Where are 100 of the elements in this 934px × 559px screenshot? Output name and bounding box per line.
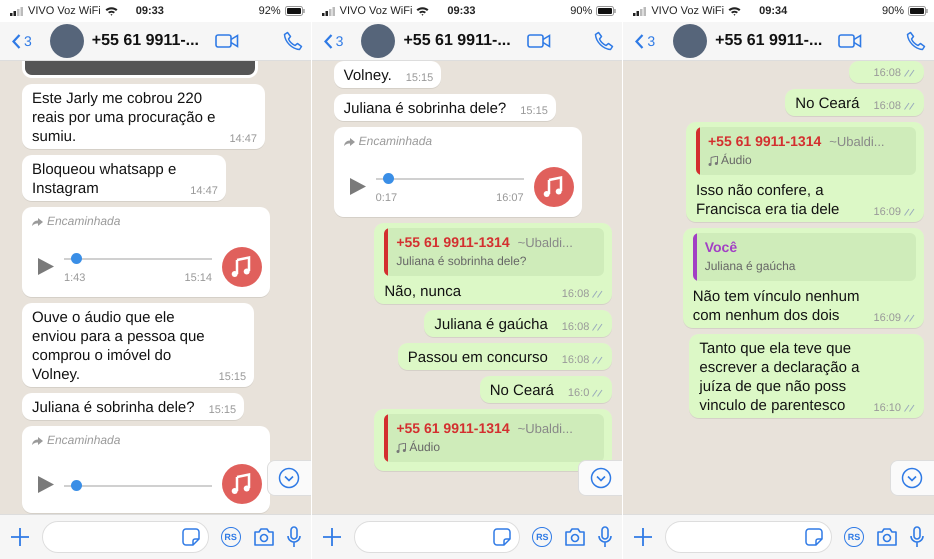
audio-duration: 1:43 bbox=[64, 271, 86, 286]
plus-icon[interactable] bbox=[633, 527, 654, 547]
clock-time: 09:33 bbox=[136, 5, 164, 17]
rs-button[interactable]: RS bbox=[220, 527, 241, 547]
contact-title[interactable]: +55 61 9911-... bbox=[403, 32, 511, 50]
avatar[interactable] bbox=[361, 24, 396, 58]
message-text: Juliana é sobrinha dele? bbox=[344, 99, 506, 118]
phone-call-icon[interactable] bbox=[282, 31, 303, 51]
message-time: 16:09 bbox=[873, 311, 901, 325]
video-call-icon[interactable] bbox=[526, 33, 551, 49]
carrier-label: VIVO Voz WiFi bbox=[340, 5, 412, 17]
play-icon[interactable] bbox=[350, 178, 366, 195]
clock-time: 09:34 bbox=[759, 5, 788, 17]
sticker-icon[interactable] bbox=[804, 528, 823, 546]
scroll-down-button[interactable] bbox=[890, 460, 934, 496]
signal-icon bbox=[10, 6, 24, 16]
plus-icon[interactable] bbox=[10, 527, 30, 547]
quoted-message[interactable]: +55 61 9911-1314 ~Ubaldi... Juliana é sobrinha dele? bbox=[384, 228, 604, 276]
message-text: Isso não confere, a Francisca era tia dele bbox=[696, 181, 840, 219]
message-time: 16:08 bbox=[562, 320, 590, 334]
message-time: 16:08 bbox=[562, 287, 590, 301]
quoted-message[interactable]: Você Juliana é gaúcha bbox=[692, 233, 916, 281]
message-text: No Ceará bbox=[490, 381, 554, 400]
read-ticks-icon bbox=[592, 356, 604, 364]
sticker-icon[interactable] bbox=[493, 528, 512, 546]
read-ticks-icon bbox=[904, 69, 916, 77]
read-ticks-icon bbox=[904, 208, 916, 216]
contact-title[interactable]: +55 61 9911-... bbox=[715, 32, 822, 50]
sticker-icon[interactable] bbox=[182, 528, 200, 546]
read-ticks-icon bbox=[592, 389, 604, 397]
message-text: Este Jarly me cobrou 220 reais por uma procuração e sumiu. bbox=[32, 89, 216, 146]
message-time: 16:10 bbox=[873, 401, 901, 415]
message-time: 16:07 bbox=[496, 191, 524, 206]
audio-duration: 0:17 bbox=[376, 191, 398, 206]
quoted-message[interactable]: +55 61 9911-1314 ~Ubaldi... Áudio bbox=[384, 414, 604, 462]
quote-text: Juliana é sobrinha dele? bbox=[396, 253, 526, 270]
quote-alias: ~Ubaldi... bbox=[518, 234, 573, 252]
play-icon[interactable] bbox=[38, 476, 54, 492]
play-icon[interactable] bbox=[38, 258, 54, 275]
phone-call-icon[interactable] bbox=[906, 31, 926, 51]
microphone-icon[interactable] bbox=[286, 526, 301, 548]
video-call-icon[interactable] bbox=[215, 33, 239, 49]
camera-icon[interactable] bbox=[876, 528, 898, 546]
quoted-message[interactable]: +55 61 9911-1314 ~Ubaldi... Áudio bbox=[696, 127, 916, 175]
message-time: 16:0 bbox=[568, 386, 590, 400]
wifi-icon bbox=[416, 6, 430, 16]
quote-text: Áudio bbox=[720, 152, 752, 169]
quote-alias: ~Ubaldi... bbox=[518, 420, 573, 438]
camera-icon[interactable] bbox=[564, 528, 586, 546]
battery-percent: 92% bbox=[258, 5, 281, 17]
battery-icon bbox=[284, 6, 305, 16]
rs-button[interactable]: RS bbox=[532, 527, 552, 547]
carrier-label: VIVO Voz WiFi bbox=[651, 5, 724, 17]
microphone-icon[interactable] bbox=[910, 526, 924, 548]
contact-title[interactable]: +55 61 9911-... bbox=[92, 32, 199, 50]
message-time: 14:47 bbox=[190, 184, 218, 198]
clock-time: 09:33 bbox=[447, 5, 476, 17]
music-note-icon bbox=[396, 442, 406, 452]
progress-thumb[interactable] bbox=[383, 173, 394, 184]
forward-icon bbox=[344, 138, 355, 146]
forwarded-label: Encaminhada bbox=[358, 133, 432, 150]
quote-text: Áudio bbox=[409, 439, 440, 456]
music-note-icon bbox=[708, 156, 718, 166]
read-ticks-icon bbox=[592, 323, 604, 331]
message-input[interactable] bbox=[354, 521, 520, 553]
progress-thumb[interactable] bbox=[71, 253, 82, 264]
quote-author: +55 61 9911-1314 bbox=[396, 233, 510, 252]
phone-call-icon[interactable] bbox=[594, 31, 614, 51]
message-text: Juliana é sobrinha dele? bbox=[32, 398, 195, 417]
read-ticks-icon bbox=[592, 290, 604, 298]
plus-icon[interactable] bbox=[322, 527, 342, 547]
camera-icon[interactable] bbox=[252, 528, 275, 546]
scroll-down-icon bbox=[278, 467, 300, 489]
scroll-down-button[interactable] bbox=[266, 460, 311, 496]
scroll-down-icon bbox=[590, 467, 612, 489]
progress-thumb[interactable] bbox=[71, 480, 82, 491]
battery-icon bbox=[908, 6, 928, 16]
music-note-icon bbox=[222, 464, 262, 504]
message-time: 15:15 bbox=[208, 403, 236, 417]
message-text: Não, nunca bbox=[384, 282, 462, 301]
rs-button[interactable]: RS bbox=[844, 527, 864, 547]
video-call-icon[interactable] bbox=[838, 33, 862, 49]
message-input[interactable] bbox=[665, 521, 832, 553]
back-button[interactable]: 3 bbox=[324, 33, 344, 49]
microphone-icon[interactable] bbox=[598, 526, 612, 548]
avatar[interactable] bbox=[50, 24, 84, 58]
back-button[interactable]: 3 bbox=[12, 33, 32, 49]
back-button[interactable]: 3 bbox=[635, 33, 656, 49]
message-text: No Ceará bbox=[795, 94, 860, 113]
photo-placeholder[interactable] bbox=[22, 61, 258, 78]
message-text: Passou em concurso bbox=[408, 348, 548, 367]
battery-percent: 90% bbox=[570, 5, 592, 17]
message-text: Tanto que ela teve que escrever a declaração a juíza de que não poss vinculo de parentesco bbox=[699, 339, 860, 415]
avatar[interactable] bbox=[673, 24, 708, 58]
message-time: 16:08 bbox=[873, 66, 901, 80]
forwarded-label: Encaminhada bbox=[47, 213, 120, 230]
music-note-icon bbox=[222, 246, 262, 286]
scroll-down-button[interactable] bbox=[578, 460, 622, 496]
message-input[interactable] bbox=[42, 521, 209, 553]
message-text: Bloqueou whatsapp e Instagram bbox=[32, 160, 176, 198]
